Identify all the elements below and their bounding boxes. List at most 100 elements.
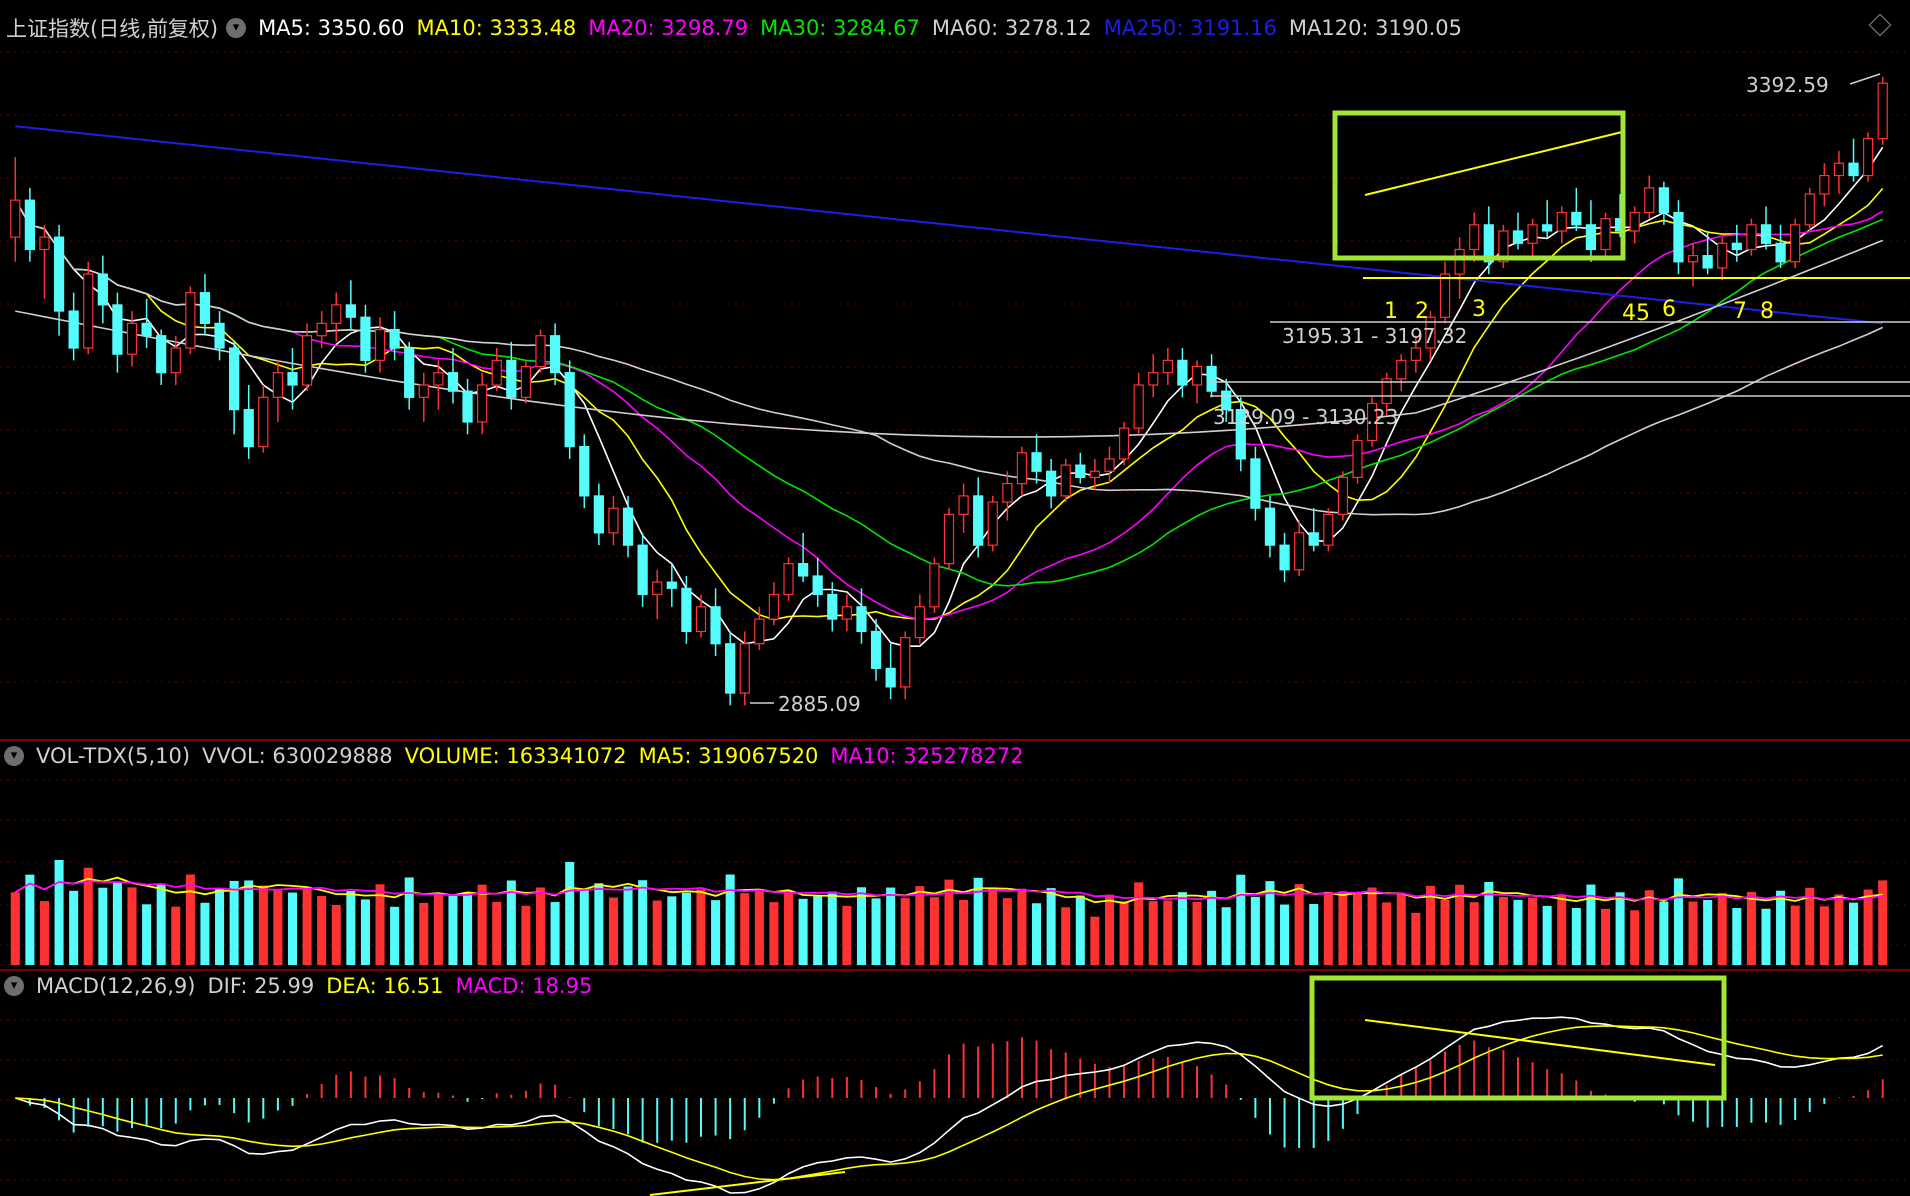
candle[interactable]	[1731, 224, 1742, 262]
volume-bar[interactable]	[1207, 890, 1217, 965]
volume-bar[interactable]	[827, 891, 837, 965]
volume-bar[interactable]	[331, 904, 341, 965]
candle[interactable]	[1308, 508, 1319, 552]
candle[interactable]	[1002, 471, 1013, 521]
candle[interactable]	[68, 292, 79, 361]
candle[interactable]	[579, 434, 590, 509]
volume-bar[interactable]	[988, 887, 998, 965]
candle[interactable]	[141, 298, 152, 349]
candle[interactable]	[185, 286, 196, 355]
volume-bar[interactable]	[681, 892, 691, 965]
candle[interactable]	[1162, 348, 1173, 385]
candle[interactable]	[39, 224, 50, 299]
volume-bar[interactable]	[1280, 904, 1290, 965]
volume-bar[interactable]	[1659, 901, 1669, 965]
volume-bars[interactable]	[10, 860, 1888, 965]
candle[interactable]	[535, 329, 546, 373]
volume-bar[interactable]	[10, 892, 20, 965]
volume-bar[interactable]	[215, 888, 225, 965]
candle[interactable]	[1644, 175, 1655, 219]
candle[interactable]	[156, 329, 167, 385]
candle[interactable]	[1600, 212, 1611, 256]
volume-bar[interactable]	[419, 902, 429, 965]
volume-bar[interactable]	[433, 894, 443, 965]
volume-bar[interactable]	[346, 890, 356, 965]
chevron-down-icon[interactable]: ▾	[4, 746, 24, 766]
candle[interactable]	[83, 261, 94, 355]
candle[interactable]	[1046, 458, 1057, 509]
candle[interactable]	[1439, 261, 1451, 324]
volume-bar[interactable]	[696, 889, 706, 965]
candle[interactable]	[1585, 200, 1597, 262]
volume-bar[interactable]	[1250, 896, 1260, 965]
volume-bar[interactable]	[929, 897, 939, 965]
volume-bar[interactable]	[1294, 884, 1304, 965]
volume-bar[interactable]	[1790, 905, 1800, 965]
volume-bar[interactable]	[1805, 887, 1815, 965]
volume-bar[interactable]	[1221, 907, 1231, 965]
candle[interactable]	[1483, 206, 1494, 275]
candle[interactable]	[1148, 354, 1159, 398]
volume-bar[interactable]	[1017, 888, 1027, 965]
volume-bar[interactable]	[1090, 916, 1100, 965]
candle[interactable]	[1848, 138, 1859, 182]
volume-bar[interactable]	[1338, 891, 1348, 965]
candle[interactable]	[695, 594, 707, 638]
volume-bar[interactable]	[287, 892, 298, 965]
volume-bar[interactable]	[317, 895, 327, 965]
volume-bar[interactable]	[302, 886, 312, 965]
candle[interactable]	[973, 477, 984, 558]
volume-bar[interactable]	[594, 883, 604, 965]
volume-bar[interactable]	[69, 890, 79, 965]
volume-bar[interactable]	[783, 890, 794, 965]
volume-bar[interactable]	[98, 887, 108, 965]
volume-bar[interactable]	[1148, 901, 1158, 965]
macd-histogram[interactable]	[15, 1037, 1884, 1148]
volume-bar[interactable]	[1834, 894, 1844, 965]
candle[interactable]	[725, 631, 736, 706]
candle[interactable]	[272, 360, 284, 422]
candle[interactable]	[477, 372, 488, 435]
volume-bar[interactable]	[1644, 890, 1654, 965]
volume-bar[interactable]	[1352, 892, 1363, 965]
volume-bar[interactable]	[623, 886, 633, 965]
volume-bar[interactable]	[769, 902, 779, 965]
volume-bar[interactable]	[1236, 874, 1246, 965]
volume-bar[interactable]	[54, 860, 64, 965]
candle[interactable]	[1804, 187, 1815, 231]
candle[interactable]	[900, 631, 911, 700]
volume-bar[interactable]	[1002, 898, 1012, 965]
volume-bar[interactable]	[1819, 906, 1829, 965]
volume-bar[interactable]	[1542, 905, 1552, 965]
candle[interactable]	[24, 187, 36, 262]
candle[interactable]	[199, 274, 211, 336]
candle[interactable]	[389, 311, 400, 361]
candle[interactable]	[10, 157, 21, 262]
volume-bar[interactable]	[1600, 908, 1611, 965]
candle[interactable]	[1658, 181, 1669, 225]
candle[interactable]	[943, 508, 955, 570]
candle[interactable]	[433, 360, 444, 410]
candle[interactable]	[1060, 458, 1071, 503]
candle[interactable]	[856, 588, 867, 644]
candle[interactable]	[1133, 372, 1144, 435]
stock-chart[interactable]: 3392.59 2885.09 3195.31 - 3197.32 3129.0…	[0, 0, 1910, 1196]
volume-bar[interactable]	[390, 906, 400, 965]
volume-bar[interactable]	[1673, 878, 1683, 965]
candlesticks[interactable]	[10, 76, 1888, 706]
volume-bar[interactable]	[1396, 893, 1406, 965]
volume-bar[interactable]	[1571, 907, 1581, 965]
volume-bar[interactable]	[200, 902, 210, 965]
volume-bar[interactable]	[1440, 899, 1450, 965]
candle[interactable]	[783, 557, 794, 601]
candle[interactable]	[1877, 76, 1888, 145]
candle[interactable]	[1264, 495, 1276, 558]
candle[interactable]	[360, 304, 371, 373]
volume-bar[interactable]	[1192, 901, 1202, 965]
volume-bar[interactable]	[1177, 892, 1187, 965]
volume-bar[interactable]	[1134, 882, 1144, 965]
candle[interactable]	[652, 569, 663, 620]
candle[interactable]	[1702, 230, 1713, 275]
volume-bar[interactable]	[25, 874, 35, 965]
volume-bar[interactable]	[448, 894, 458, 965]
